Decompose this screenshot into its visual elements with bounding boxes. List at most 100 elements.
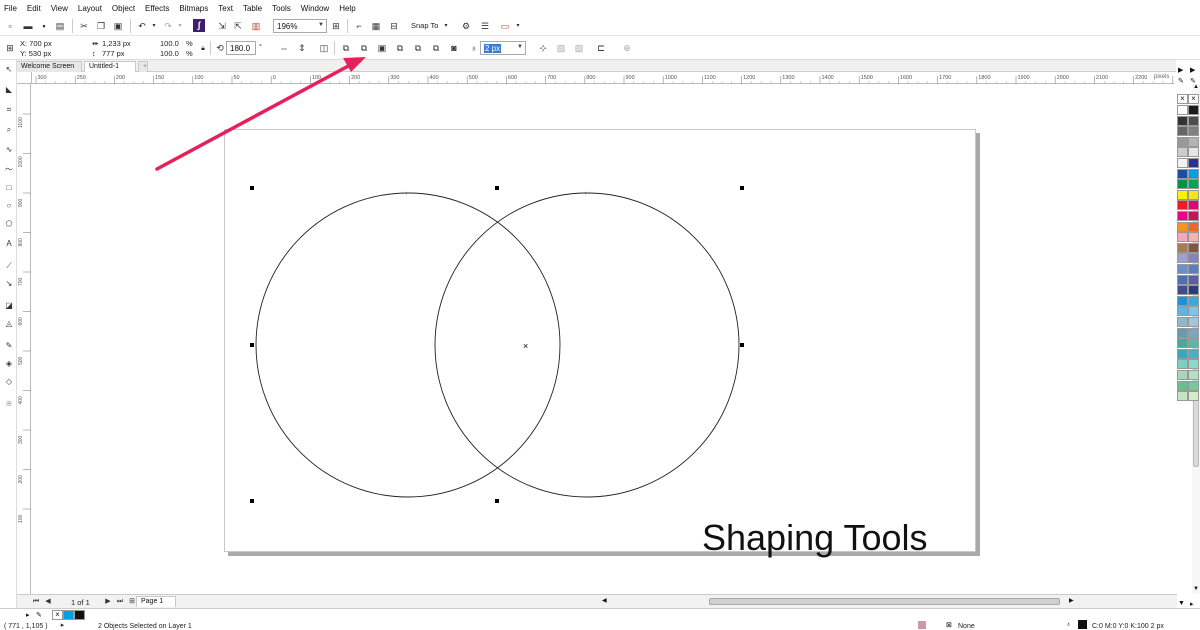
menu-tools[interactable]: Tools — [272, 4, 291, 13]
ellipse-tool-icon[interactable]: ○ — [3, 200, 15, 212]
rotation-angle-field[interactable]: 180.0 — [226, 41, 256, 55]
back-minus-front-icon[interactable]: ⧉ — [430, 42, 442, 54]
menu-text[interactable]: Text — [218, 4, 233, 13]
palette-swatch[interactable] — [1188, 253, 1199, 264]
palette-swatch[interactable] — [1177, 380, 1188, 391]
menu-bitmaps[interactable]: Bitmaps — [179, 4, 208, 13]
palette-swatch[interactable] — [1188, 242, 1199, 253]
tab-untitled-1[interactable]: Untitled-1 — [84, 61, 136, 72]
selection-handle-top-left[interactable] — [250, 186, 254, 190]
paste-icon[interactable]: ▣ — [112, 20, 124, 32]
object-origin-icon[interactable]: ⊞ — [4, 42, 16, 54]
palette-swatch[interactable] — [1188, 105, 1199, 115]
status-arrow-icon[interactable]: ▸ — [58, 621, 67, 630]
drop-shadow-icon[interactable]: ◪ — [3, 300, 15, 312]
palette-swatch[interactable] — [1188, 264, 1199, 274]
palette-swatch[interactable] — [1177, 264, 1188, 274]
palette-swatch[interactable] — [1188, 158, 1199, 168]
combine-icon[interactable]: ◫ — [318, 42, 330, 54]
palette-swatch[interactable] — [1188, 317, 1199, 327]
palette-menu-icon[interactable]: ▸ — [1190, 600, 1194, 608]
artistic-media-icon[interactable]: 〜 — [3, 164, 15, 176]
import-icon[interactable]: ⇲ — [216, 20, 228, 32]
pick-tool-icon[interactable]: ↖ — [3, 64, 15, 76]
selection-handle-top-right[interactable] — [740, 186, 744, 190]
undo-icon[interactable]: ↶ — [136, 20, 148, 32]
menu-view[interactable]: View — [51, 4, 68, 13]
welcome-screen-icon[interactable]: ▭ — [499, 20, 511, 32]
palette-swatch[interactable] — [1188, 327, 1199, 338]
page-1-tab[interactable]: Page 1 — [136, 596, 176, 607]
palette-swatch[interactable] — [1188, 274, 1199, 285]
eyedropper-palette-icon[interactable]: ✎ — [1178, 77, 1184, 85]
palette-scroll-up-icon[interactable]: ▶ — [1178, 66, 1183, 74]
menu-file[interactable]: File — [4, 4, 17, 13]
palette-swatch[interactable] — [1177, 136, 1188, 147]
crop-tool-icon[interactable]: ⌗ — [3, 104, 15, 116]
palette-swatch[interactable] — [1188, 168, 1199, 179]
palette-swatch[interactable] — [1177, 242, 1188, 253]
palette-swatch[interactable] — [1177, 317, 1188, 327]
palette-swatch[interactable] — [1188, 126, 1199, 137]
scroll-up-icon[interactable]: ▲ — [1192, 84, 1200, 92]
palette-swatch[interactable] — [1177, 306, 1188, 317]
drawing-canvas[interactable]: + + × Shaping Tools — [32, 84, 1174, 594]
shaping-tools-text[interactable]: Shaping Tools — [702, 517, 928, 559]
menu-layout[interactable]: Layout — [78, 4, 102, 13]
front-minus-back-icon[interactable]: ⧉ — [412, 42, 424, 54]
palette-swatch[interactable] — [1177, 189, 1188, 200]
application-launcher-icon[interactable]: ☰ — [479, 20, 491, 32]
eyedropper-palette-alt-icon[interactable]: ✎ — [1190, 77, 1196, 85]
previous-page-icon[interactable]: ◀ — [43, 596, 53, 606]
rectangle-tool-icon[interactable]: □ — [3, 182, 15, 194]
outline-width-select[interactable]: 2 px ▼ — [480, 41, 526, 55]
palette-swatch[interactable] — [1188, 179, 1199, 190]
palette-swatch[interactable] — [1188, 306, 1199, 317]
interactive-fill-icon[interactable]: ◈ — [3, 358, 15, 370]
add-tool-icon[interactable]: ⊕ — [3, 398, 15, 410]
doc-palette-black-swatch[interactable] — [74, 610, 85, 620]
to-front-icon[interactable]: ⊏ — [595, 42, 607, 54]
palette-swatch[interactable] — [1188, 221, 1199, 232]
scale-x-field[interactable]: 100.0 — [160, 39, 179, 48]
parallel-dimension-icon[interactable]: ⟋ — [3, 260, 15, 272]
y-position-field[interactable]: Y: 530 px — [20, 49, 51, 58]
copy-icon[interactable]: ❐ — [95, 20, 107, 32]
palette-swatch[interactable] — [1188, 200, 1199, 211]
shape-tool-icon[interactable]: ◣ — [3, 84, 15, 96]
palette-swatch[interactable] — [1188, 380, 1199, 391]
palette-swatch[interactable] — [1188, 370, 1199, 380]
show-rulers-icon[interactable]: ⌐ — [353, 20, 365, 32]
connector-tool-icon[interactable]: ↘ — [3, 278, 15, 290]
palette-swatch[interactable] — [1177, 158, 1188, 168]
eyedropper-icon[interactable]: ✎ — [3, 340, 15, 352]
next-page-icon[interactable]: ▶ — [103, 596, 113, 606]
doc-palette-cyan-swatch[interactable] — [63, 610, 74, 620]
horizontal-scroll-thumb[interactable] — [709, 598, 1060, 605]
palette-swatch[interactable] — [1188, 295, 1199, 306]
palette-swatch[interactable] — [1177, 126, 1188, 137]
palette-swatch[interactable] — [1177, 168, 1188, 179]
no-color-swatch-alt[interactable]: × — [1188, 94, 1199, 104]
palette-swatch[interactable] — [1177, 221, 1188, 232]
wrap-text-icon[interactable]: ▨ — [555, 42, 567, 54]
publish-pdf-icon[interactable]: ▥ — [250, 20, 262, 32]
palette-swatch[interactable] — [1188, 359, 1199, 370]
options-icon[interactable]: ⚙ — [460, 20, 472, 32]
weld-icon[interactable]: ⧉ — [340, 42, 352, 54]
intersect-icon[interactable]: ▣ — [376, 42, 388, 54]
redo-icon[interactable]: ↷ — [162, 20, 174, 32]
hscroll-right-icon[interactable]: ▶ — [1069, 597, 1078, 606]
palette-swatch[interactable] — [1188, 136, 1199, 147]
smart-fill-icon[interactable]: ◇ — [3, 376, 15, 388]
zoom-level-select[interactable]: 196% ▼ — [273, 19, 327, 33]
palette-swatch[interactable] — [1188, 285, 1199, 296]
height-field[interactable]: 777 px — [102, 49, 125, 58]
palette-swatch[interactable] — [1177, 348, 1188, 359]
left-circle[interactable] — [255, 192, 561, 498]
selection-handle-middle-left[interactable] — [250, 343, 254, 347]
palette-swatch[interactable] — [1177, 179, 1188, 190]
lock-ratio-icon[interactable]: 🔒︎ — [197, 42, 209, 54]
palette-swatch[interactable] — [1188, 391, 1199, 402]
new-document-icon[interactable]: ▫ — [4, 20, 16, 32]
